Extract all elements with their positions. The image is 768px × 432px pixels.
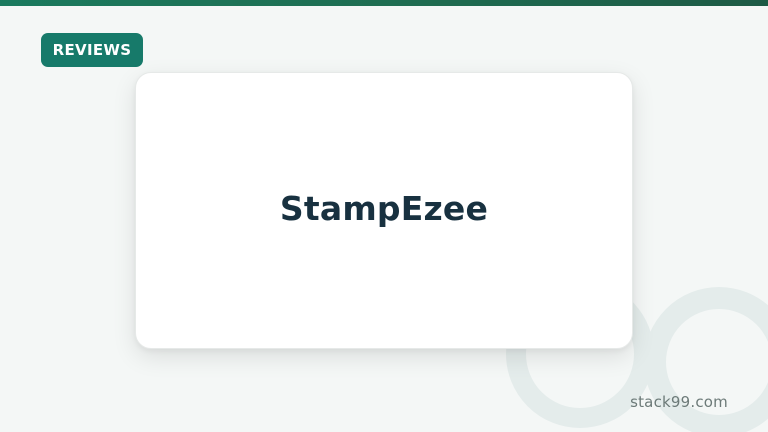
product-title: StampEzee [279,189,489,228]
product-card: StampEzee [135,72,633,349]
site-watermark: stack99.com [630,393,728,411]
reviews-badge: REVIEWS [41,33,143,67]
top-accent-bar [0,0,768,6]
